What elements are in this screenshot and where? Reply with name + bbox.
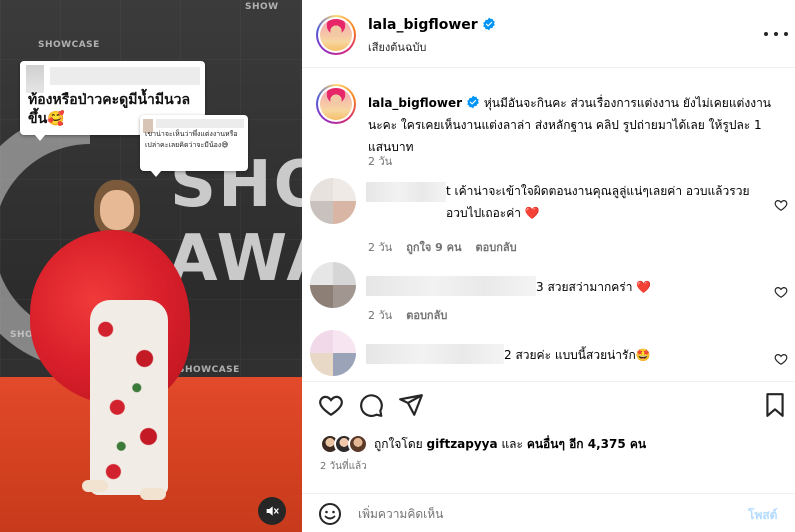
comments-section[interactable]: lala_bigflower หุ่นมีอันจะกินคะ ส่วนเรื่… [302,68,795,380]
blurred-username [366,182,446,202]
comment-meta: 2 วัน ถูกใจ 9 คน ตอบกลับ [368,238,517,256]
comment-text: 3 สวยสว่ามากคร่า ❤️ [536,280,652,294]
comment-time: 2 วัน [368,241,393,254]
likes-summary: ถูกใจโดย giftzapyya และ คนอื่นๆ อีก 4,37… [320,432,646,456]
reply-button[interactable]: ตอบกลับ [406,309,447,322]
backdrop-logo: SHOW [245,2,279,12]
caption-time: 2 วัน [368,155,393,168]
reply-button[interactable]: ตอบกลับ [476,241,517,254]
author-avatar[interactable] [316,15,356,55]
heart-icon[interactable] [318,392,344,418]
more-dot-icon [784,32,788,36]
comment-like-heart-icon[interactable] [774,352,788,366]
blurred-username [50,67,200,85]
comment-like-heart-icon[interactable] [774,198,788,212]
other-likers-link[interactable]: คนอื่นๆ อีก 4,375 คน [527,437,646,451]
blurred-username [366,276,536,296]
comment-text: 2 สวยค่ะ แบบนี้สวยน่ารัก🤩 [504,348,651,362]
comment-icon[interactable] [358,392,384,418]
backdrop-logo: SHOWCASE [38,40,100,50]
likes-text: ถูกใจโดย giftzapyya และ คนอื่นๆ อีก 4,37… [374,435,646,454]
comment-input[interactable] [358,502,728,526]
caption-author-avatar[interactable] [316,84,356,124]
post-comment-button[interactable]: โพสต์ [748,506,777,525]
caption-username[interactable]: lala_bigflower [368,96,462,110]
original-audio-link[interactable]: เสียงต้นฉบับ [368,38,426,56]
comment-meta: 2 วัน ตอบกลับ [368,306,447,324]
comment-time: 2 วัน [368,309,393,322]
author-username-row: lala_bigflower [368,17,496,33]
likes-connector: และ [501,436,523,451]
liker-avatar [348,434,368,454]
more-dot-icon [764,32,768,36]
likes-prefix: ถูกใจโดย [374,436,423,451]
post-header: lala_bigflower เสียงต้นฉบับ [302,0,795,68]
comment-composer: โพสต์ [302,493,795,532]
comment-likes-count[interactable]: ถูกใจ 9 คน [406,241,461,254]
blurred-username [366,344,504,364]
post-timestamp[interactable]: 2 วันที่แล้ว [320,459,367,474]
commenter-avatar[interactable] [310,262,356,308]
bookmark-icon[interactable] [762,392,788,418]
woman-in-red-gown [30,180,200,510]
commenter-avatar[interactable] [310,330,356,376]
verified-badge-icon [482,17,495,31]
liker-username[interactable]: giftzapyya [427,437,498,451]
commenter-avatar[interactable] [310,178,356,224]
blurred-username [156,119,244,128]
reply-sticker-text: เขาน่าจะเห็นว่าพึ่งแต่งงานหรือเปล่าคะเลย… [145,130,238,149]
post-details-panel: lala_bigflower เสียงต้นฉบับ lala_bigflow… [302,0,795,532]
author-username[interactable]: lala_bigflower [368,17,478,33]
verified-badge-icon [467,95,479,109]
more-dot-icon [774,32,778,36]
comment-text: t เค้าน่าจะเข้าใจผิดตอนงานคุณลูลู่แน่ๆเล… [446,184,750,220]
reply-sticker: เขาน่าจะเห็นว่าพึ่งแต่งงานหรือเปล่าคะเลย… [140,115,248,177]
emoji-icon[interactable] [318,502,342,526]
blurred-avatar [26,65,44,93]
post-video[interactable]: SHOWCASE SHOW SHOWCASE SHOWCASE SHO AWA … [0,0,302,532]
comment-like-heart-icon[interactable] [774,285,788,299]
share-icon[interactable] [398,392,424,418]
speaker-muted-icon [266,506,279,516]
more-options-button[interactable] [764,24,788,44]
caption: lala_bigflower หุ่นมีอันจะกินคะ ส่วนเรื่… [368,92,778,158]
mute-button[interactable] [258,497,286,525]
